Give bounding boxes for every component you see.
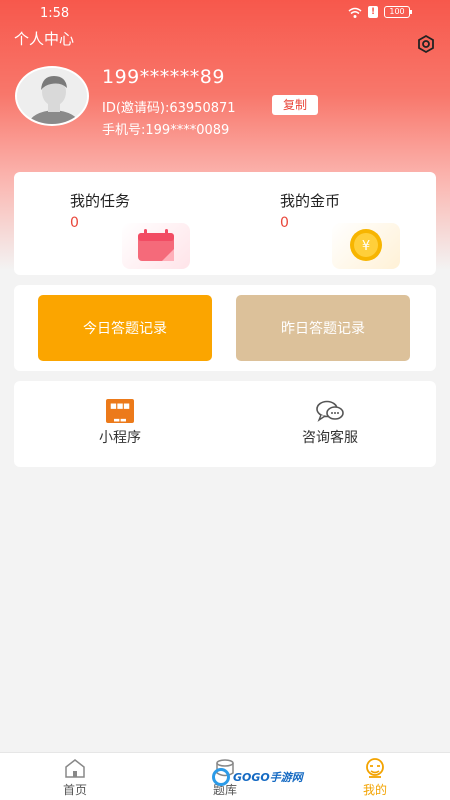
watermark-circle-icon: [212, 768, 230, 786]
watermark-text: GOGO手游网: [233, 771, 303, 784]
status-bar: 1:58 ! 100: [0, 0, 450, 26]
tab-home[interactable]: 首页: [35, 757, 115, 798]
tasks-value: 0: [70, 215, 79, 231]
username: 199******89: [102, 66, 225, 88]
chat-icon: [316, 400, 344, 422]
stats-card: 我的任务 0 我的金币 0 ¥: [14, 172, 436, 275]
status-icons: ! 100: [348, 6, 412, 18]
my-tasks[interactable]: 我的任务 0: [70, 182, 190, 269]
settings-icon[interactable]: [416, 34, 436, 54]
calendar-illustration: [122, 223, 190, 269]
consult-item[interactable]: 咨询客服: [260, 399, 400, 447]
watermark-logo: GOGO手游网: [212, 768, 303, 786]
miniprogram-icon: ■■■ ▬▬: [106, 399, 134, 423]
miniprogram-label: 小程序: [99, 430, 141, 446]
invite-code: ID(邀请码):63950871: [102, 101, 236, 116]
status-time: 1:58: [40, 6, 70, 21]
miniprogram-item[interactable]: ■■■ ▬▬ 小程序: [50, 399, 190, 447]
page-title: 个人中心: [14, 30, 75, 48]
notification-icon: !: [368, 6, 378, 18]
records-card: 今日答题记录 昨日答题记录: [14, 285, 436, 371]
wifi-icon: [348, 7, 362, 18]
tab-mine[interactable]: 我的: [335, 757, 415, 798]
my-coins[interactable]: 我的金币 0 ¥: [280, 182, 400, 269]
consult-label: 咨询客服: [302, 430, 358, 446]
tab-mine-label: 我的: [362, 783, 387, 797]
coin-icon: ¥: [350, 229, 382, 261]
services-card: ■■■ ▬▬ 小程序 咨询客服: [14, 381, 436, 467]
tab-home-label: 首页: [62, 783, 87, 797]
avatar[interactable]: [15, 66, 89, 126]
profile-icon: [366, 758, 384, 778]
battery-icon: 100: [384, 6, 412, 18]
copy-button[interactable]: 复制: [272, 95, 318, 115]
coin-illustration: ¥: [332, 223, 400, 269]
coins-label: 我的金币: [280, 192, 341, 210]
tasks-label: 我的任务: [70, 192, 131, 210]
yesterday-records-button[interactable]: 昨日答题记录: [236, 295, 410, 361]
calendar-icon: [138, 229, 174, 261]
today-records-button[interactable]: 今日答题记录: [38, 295, 212, 361]
home-icon: [65, 759, 85, 778]
svg-text:¥: ¥: [362, 239, 370, 254]
phone-number: 手机号:199****0089: [102, 123, 230, 138]
coins-value: 0: [280, 215, 289, 231]
